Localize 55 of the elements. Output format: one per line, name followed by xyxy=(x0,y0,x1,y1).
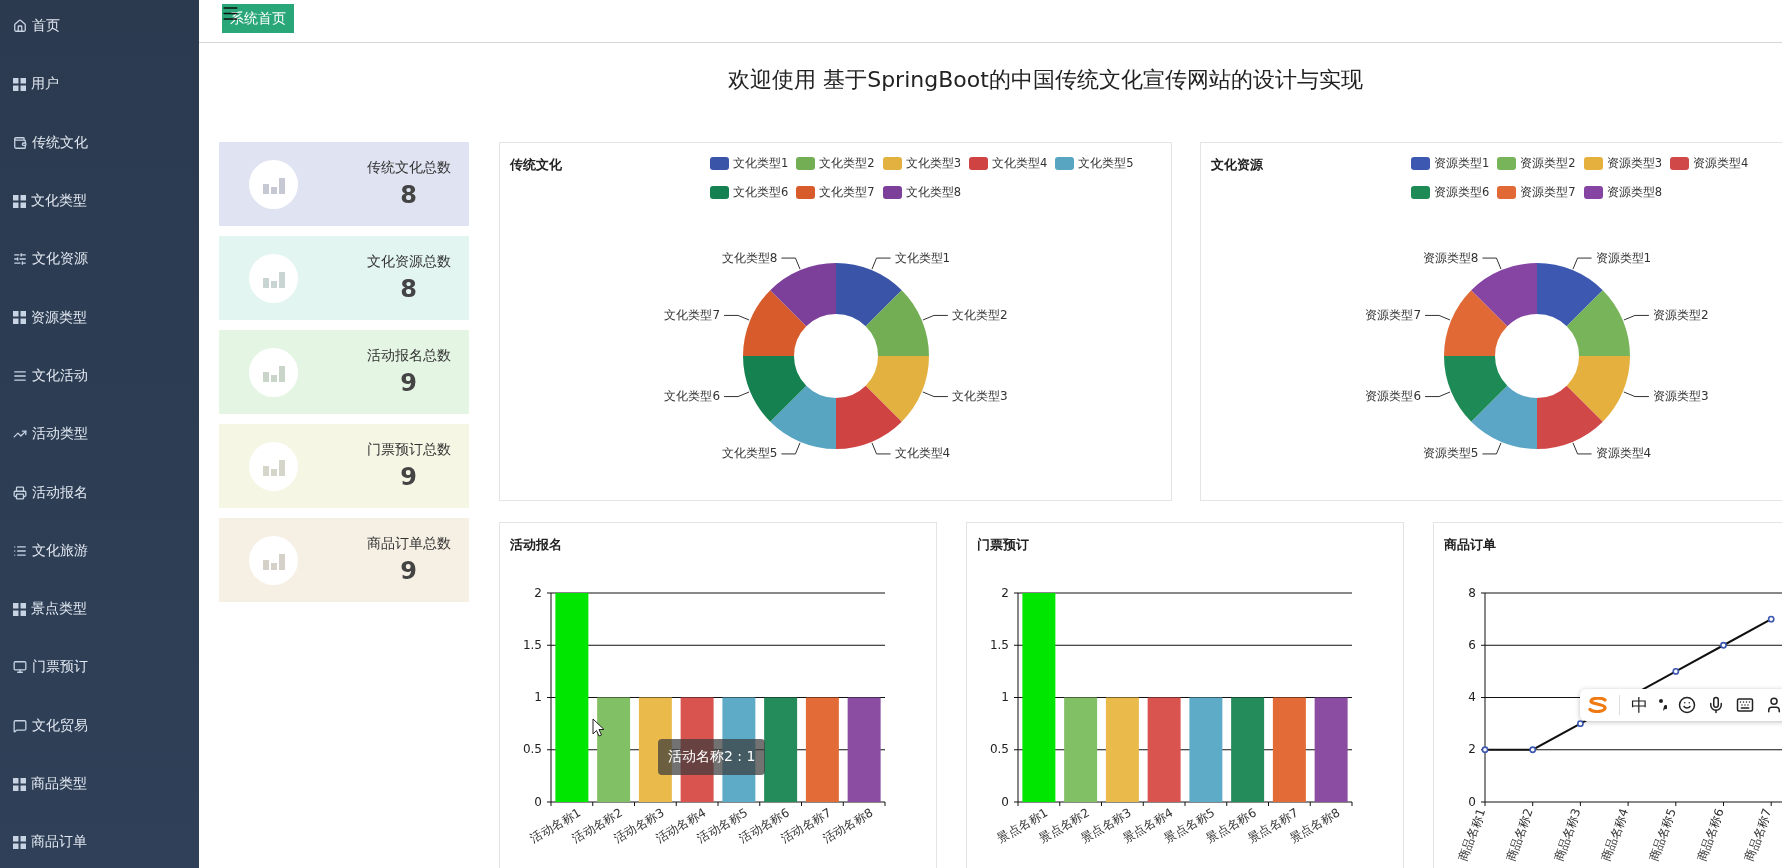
axis-label: 1.5 xyxy=(522,637,542,652)
slice-label: 资源类型3 xyxy=(1652,389,1709,404)
page-title: 欢迎使用 基于SpringBoot的中国传统文化宣传网站的设计与实现 xyxy=(728,66,1363,94)
slice-label: 资源类型1 xyxy=(1595,250,1652,265)
slice-label: 文化类型1 xyxy=(894,250,951,265)
slice-label: 文化类型6 xyxy=(664,389,721,404)
axis-label: 0 xyxy=(534,794,542,809)
stat-label: 文化资源总数 xyxy=(366,253,451,271)
slice-label: 资源类型6 xyxy=(1365,389,1422,404)
axis-label: 8 xyxy=(1468,585,1476,600)
axis-label: 2 xyxy=(1468,742,1476,757)
stat-label: 活动报名总数 xyxy=(366,347,451,365)
stat-value: 8 xyxy=(400,275,417,303)
axis-label: 6 xyxy=(1468,637,1476,652)
axis-label: 1 xyxy=(1001,690,1009,704)
axis-label: 2 xyxy=(1001,585,1009,600)
slice-label: 资源类型7 xyxy=(1365,307,1422,322)
slice-label: 资源类型5 xyxy=(1422,446,1479,461)
slice-label: 文化类型2 xyxy=(951,307,1008,322)
category-label: 商品名称4 xyxy=(1599,806,1632,864)
slice-label: 文化类型4 xyxy=(894,446,951,461)
axis-label: 4 xyxy=(1468,690,1476,704)
stat-value: 9 xyxy=(400,463,417,491)
category-label: 商品名称5 xyxy=(1646,806,1679,864)
slice-label: 资源类型8 xyxy=(1422,250,1479,265)
stat-label: 传统文化总数 xyxy=(366,159,451,177)
chart-tooltip: 活动名称2 : 1 xyxy=(658,739,766,775)
axis-label: 0.5 xyxy=(522,742,542,757)
panel-title: 文化资源 xyxy=(1211,156,1264,174)
slice-label: 资源类型2 xyxy=(1652,307,1709,322)
panel-title: 活动报名 xyxy=(510,536,562,554)
slice-label: 资源类型4 xyxy=(1595,446,1652,461)
stat-label: 门票预订总数 xyxy=(366,441,451,459)
stat-value: 9 xyxy=(400,557,417,585)
slice-label: 文化类型5 xyxy=(721,446,778,461)
category-label: 商品名称1 xyxy=(1455,806,1489,864)
slice-label: 文化类型7 xyxy=(664,307,721,322)
axis-label: 0 xyxy=(1468,794,1476,809)
axis-label: 0 xyxy=(1001,794,1009,809)
category-label: 商品名称2 xyxy=(1503,806,1536,864)
stat-label: 商品订单总数 xyxy=(366,535,451,553)
slice-label: 文化类型3 xyxy=(951,389,1008,404)
stat-value: 8 xyxy=(400,181,417,209)
panel-title: 商品订单 xyxy=(1444,536,1496,554)
axis-label: 1 xyxy=(534,690,542,704)
panel-title: 门票预订 xyxy=(977,536,1029,554)
category-label: 商品名称3 xyxy=(1551,806,1584,864)
slice-label: 文化类型8 xyxy=(721,250,778,265)
axis-label: 0.5 xyxy=(989,742,1009,757)
panel-title: 传统文化 xyxy=(510,156,563,174)
stat-value: 9 xyxy=(400,369,417,397)
category-label: 商品名称6 xyxy=(1694,806,1727,864)
axis-label: 2 xyxy=(534,585,542,600)
category-label: 商品名称7 xyxy=(1742,806,1775,864)
axis-label: 1.5 xyxy=(989,637,1009,652)
